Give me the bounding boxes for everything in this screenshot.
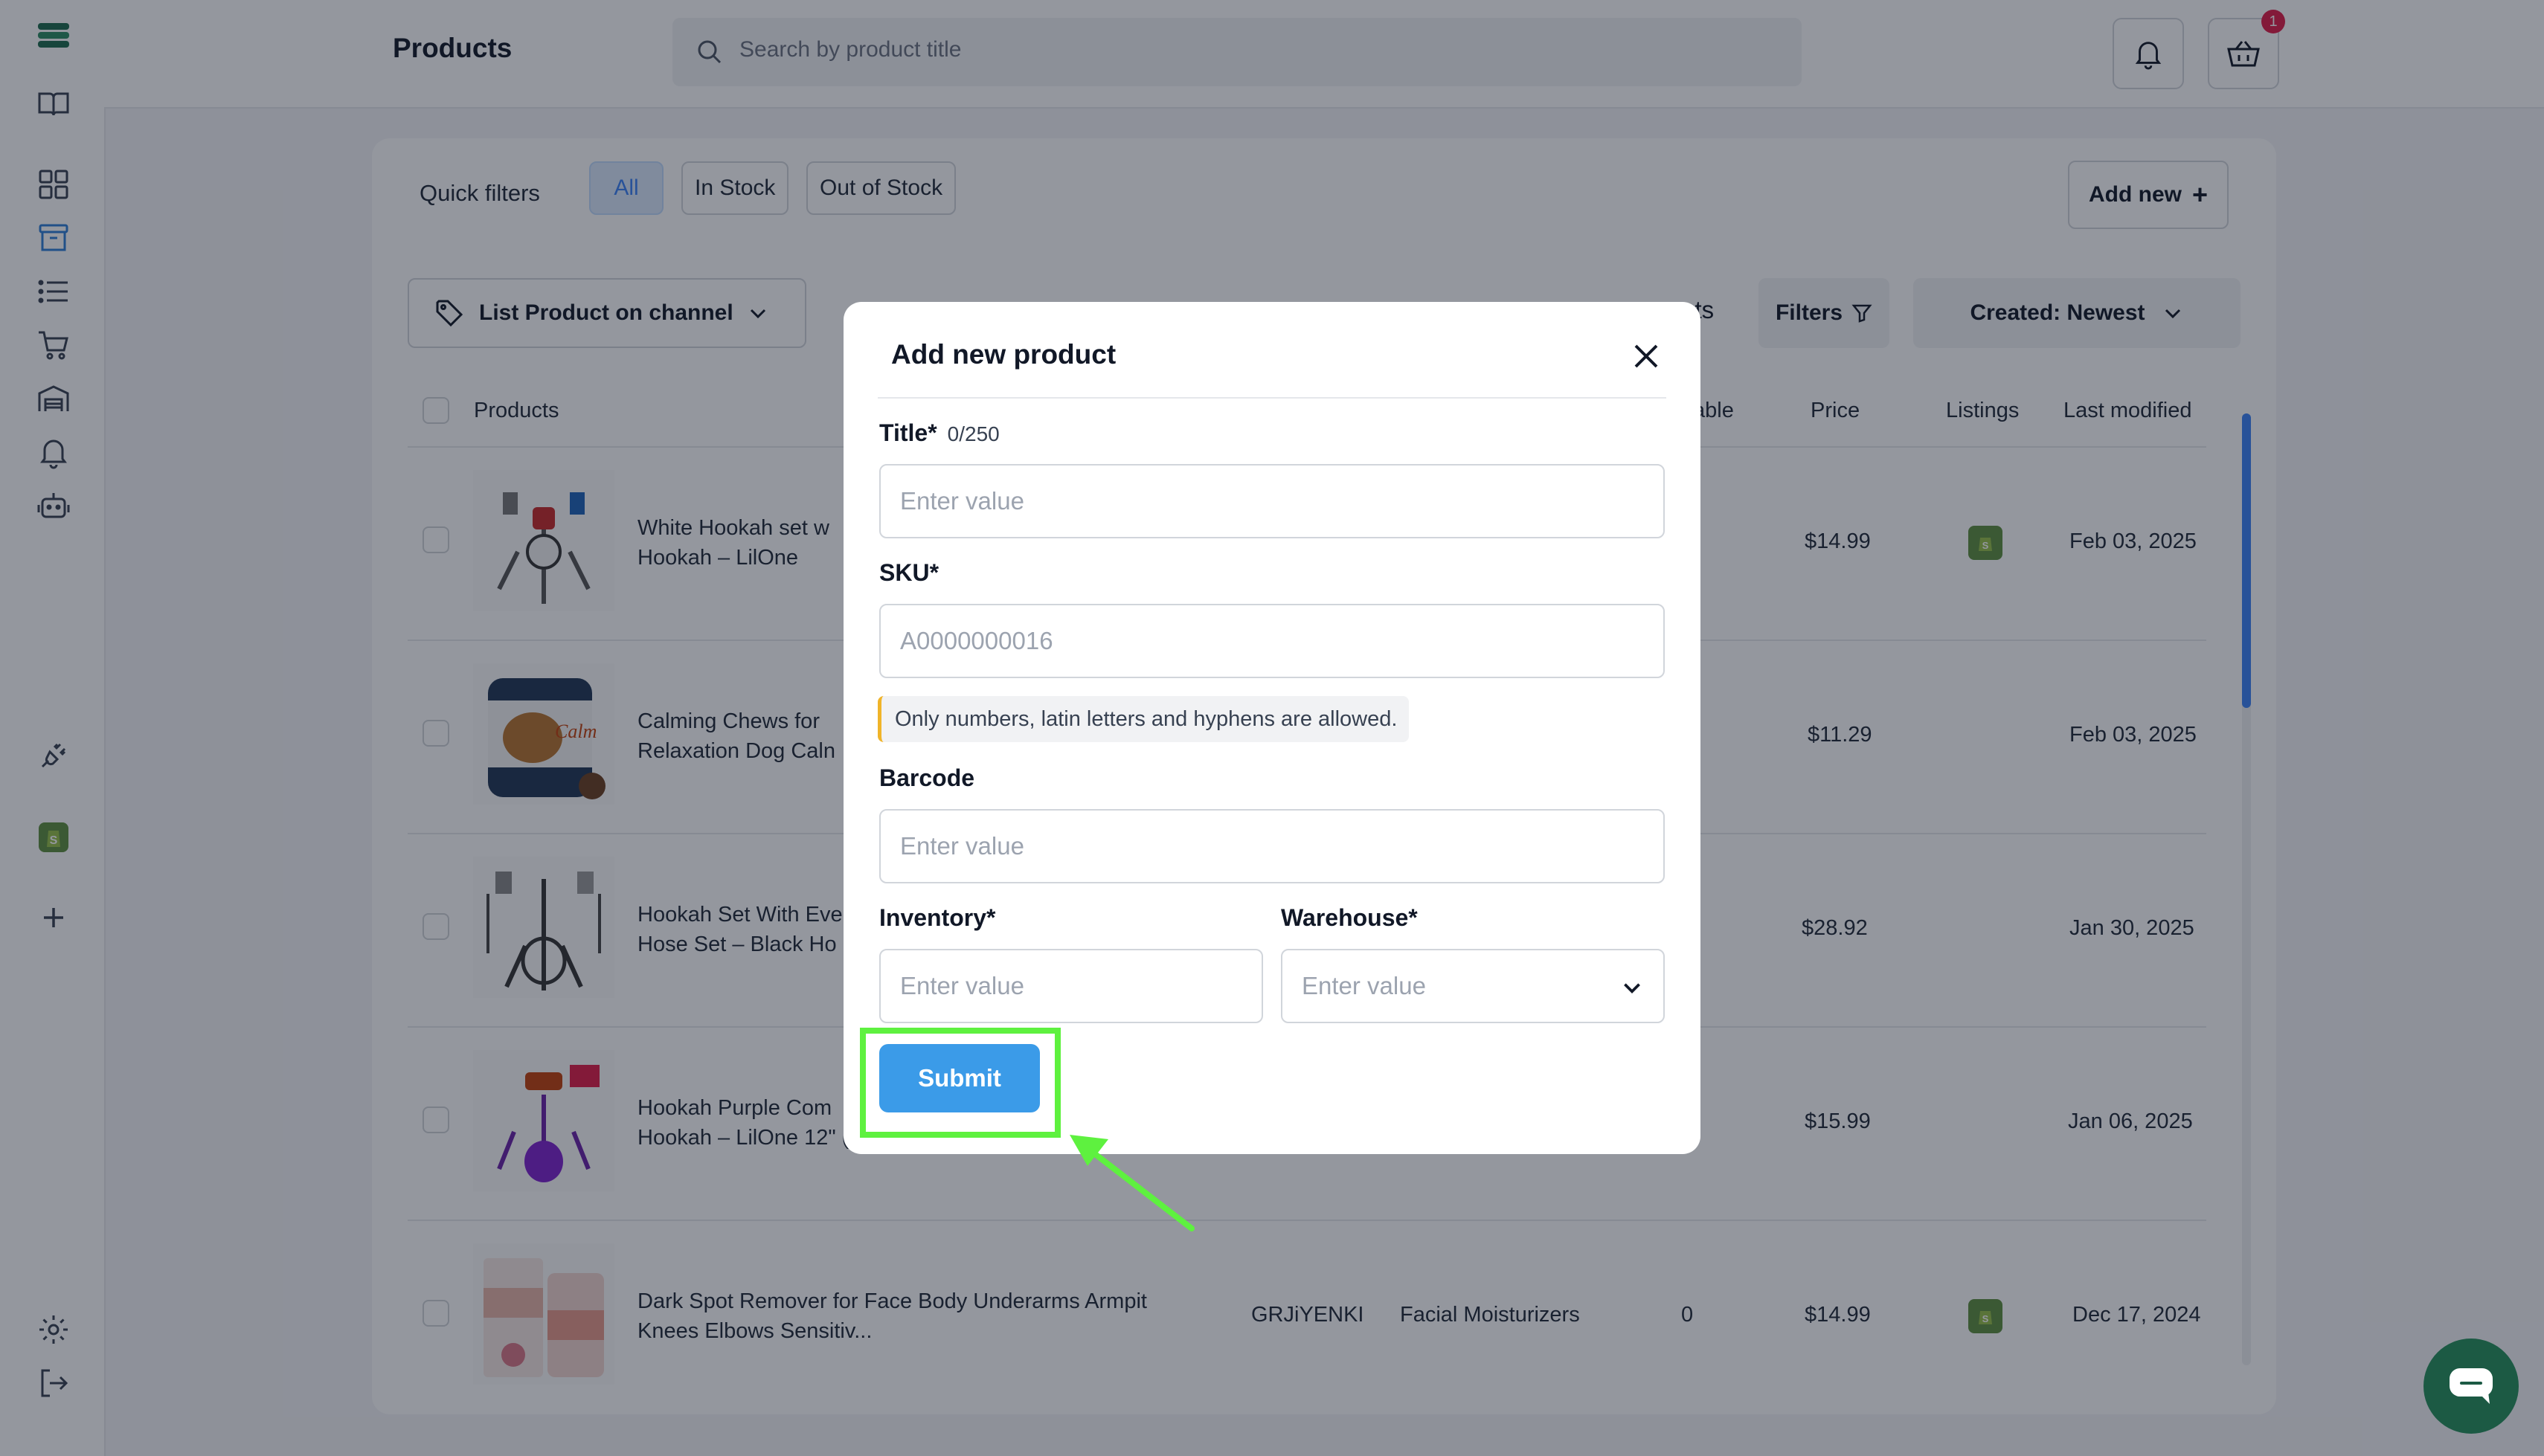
add-product-modal: Add new product Title* 0/250 Enter value … <box>844 302 1700 1154</box>
title-field-label: Title* 0/250 <box>879 419 1000 446</box>
warehouse-field-label: Warehouse* <box>1281 904 1418 931</box>
warehouse-select[interactable]: Enter value <box>1281 949 1665 1023</box>
modal-title: Add new product <box>891 339 1117 370</box>
sku-field-label: SKU* <box>879 559 939 586</box>
title-char-counter: 0/250 <box>947 422 1000 445</box>
chat-support-button[interactable] <box>2423 1339 2519 1434</box>
inventory-input[interactable]: Enter value <box>879 949 1263 1023</box>
warehouse-placeholder: Enter value <box>1302 972 1426 999</box>
barcode-field-label: Barcode <box>879 764 975 791</box>
barcode-input[interactable]: Enter value <box>879 809 1665 883</box>
inventory-field-label: Inventory* <box>879 904 996 931</box>
chevron-down-icon[interactable] <box>1620 976 1644 999</box>
modal-header-divider <box>878 397 1666 399</box>
sku-input[interactable]: A0000000016 <box>879 604 1665 678</box>
submit-highlight-box <box>860 1028 1061 1138</box>
title-input[interactable]: Enter value <box>879 464 1665 538</box>
chat-bubble-icon <box>2450 1368 2493 1404</box>
sku-hint: Only numbers, latin letters and hyphens … <box>878 696 1410 742</box>
close-icon[interactable] <box>1632 342 1660 370</box>
pointer-arrow-icon <box>1064 1130 1198 1234</box>
